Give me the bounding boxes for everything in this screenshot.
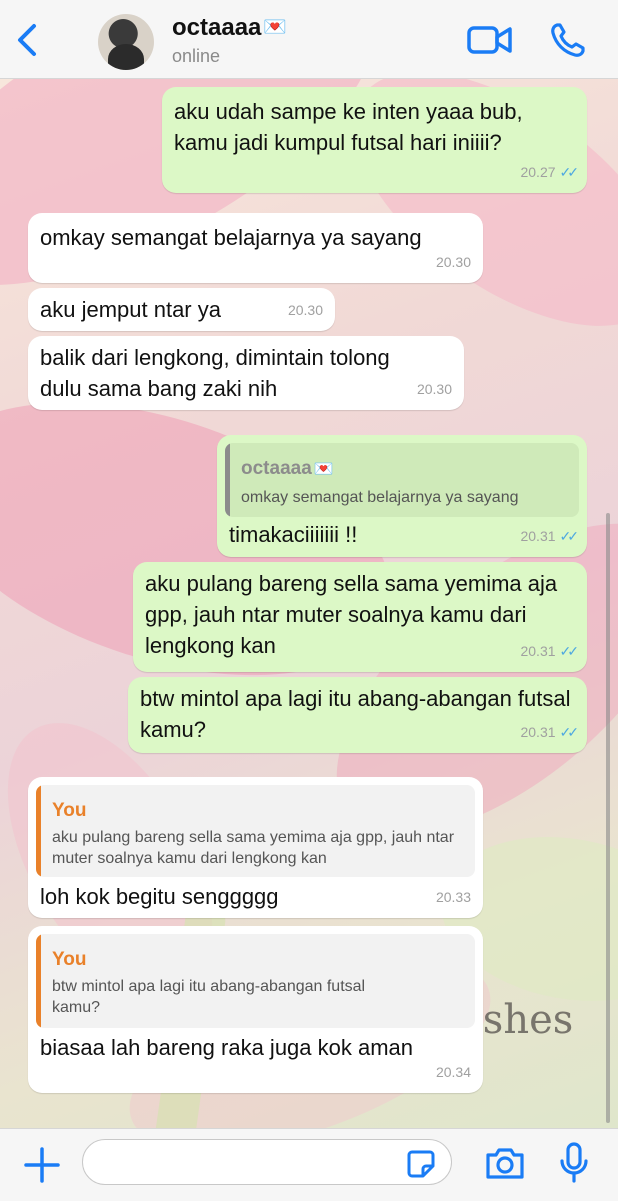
camera-button[interactable]: [484, 1145, 526, 1181]
message-text: aku udah sampe ke inten yaaa bub, kamu j…: [174, 99, 523, 155]
message-time: 20.34: [435, 1064, 471, 1080]
voice-message-button[interactable]: [558, 1141, 590, 1185]
message-time: 20.30: [287, 302, 323, 318]
chat-header: octaaaa 💌 online: [0, 0, 618, 79]
voice-call-button[interactable]: [548, 20, 588, 60]
incoming-reply-message[interactable]: You aku pulang bareng sella sama yemima …: [28, 777, 483, 918]
attach-button[interactable]: [22, 1145, 62, 1185]
message-text: aku pulang bareng sella sama yemima aja …: [145, 571, 558, 658]
quote-bar: [36, 785, 41, 877]
video-call-button[interactable]: [466, 22, 514, 58]
incoming-reply-message[interactable]: You btw mintol apa lagi itu abang-abanga…: [28, 926, 483, 1093]
message-meta: 20.27 ✓✓: [520, 157, 580, 188]
message-input[interactable]: [82, 1139, 452, 1185]
read-receipt-icon: ✓✓: [559, 724, 580, 740]
quote-bar: [225, 443, 230, 517]
contact-status: online: [172, 46, 221, 66]
read-receipt-icon: ✓✓: [559, 164, 580, 180]
microphone-icon: [560, 1142, 588, 1183]
scrollbar[interactable]: [606, 513, 610, 1123]
sticker-button[interactable]: [406, 1149, 436, 1179]
message-time: 20.31: [520, 724, 556, 740]
outgoing-reply-message[interactable]: octaaaa 💌 omkay semangat belajarnya ya sa…: [217, 435, 587, 557]
contact-name-text: octaaaa: [172, 14, 262, 41]
message-time: 20.30: [435, 254, 471, 270]
quote-bar: [36, 934, 41, 1028]
outgoing-message[interactable]: btw mintol apa lagi itu abang-abangan fu…: [128, 677, 587, 753]
quote-text: omkay semangat belajarnya ya sayang: [241, 489, 519, 506]
composer-bar: [0, 1128, 618, 1201]
message-time: 20.31: [520, 643, 556, 659]
love-letter-emoji: 💌: [313, 461, 334, 478]
message-text: btw mintol apa lagi itu abang-abangan fu…: [140, 686, 571, 742]
message-meta: 20.31 ✓✓: [520, 636, 580, 667]
outgoing-message[interactable]: aku udah sampe ke inten yaaa bub, kamu j…: [162, 87, 587, 193]
quote-author-name: octaaaa: [241, 458, 312, 479]
quoted-message[interactable]: You aku pulang bareng sella sama yemima …: [36, 785, 475, 877]
incoming-message[interactable]: balik dari lengkong, dimintain tolong du…: [28, 336, 464, 410]
chevron-left-icon: [18, 24, 36, 56]
message-text: omkay semangat belajarnya ya sayang: [40, 225, 422, 250]
quoted-message[interactable]: octaaaa 💌 omkay semangat belajarnya ya sa…: [225, 443, 579, 517]
love-letter-emoji: 💌: [263, 17, 288, 38]
phone-icon: [551, 23, 585, 57]
quote-author: You: [52, 800, 87, 821]
quote-text: btw mintol apa lagi itu abang-abangan fu…: [52, 978, 366, 1016]
back-button[interactable]: [10, 20, 44, 60]
video-camera-icon: [467, 26, 512, 54]
read-receipt-icon: ✓✓: [559, 643, 580, 659]
quote-author: octaaaa 💌: [241, 453, 334, 485]
message-time: 20.31: [520, 528, 556, 544]
message-text: balik dari lengkong, dimintain tolong du…: [40, 345, 390, 401]
plus-icon: [24, 1147, 60, 1183]
sticker-icon: [407, 1150, 435, 1178]
wallpaper-text: ishes: [470, 997, 574, 1043]
message-meta: 20.31 ✓✓: [520, 717, 580, 748]
contact-name[interactable]: octaaaa 💌: [172, 14, 287, 42]
incoming-message[interactable]: aku jemput ntar ya 20.30: [28, 288, 335, 331]
message-meta: 20.31 ✓✓: [520, 521, 580, 552]
message-text: biasaa lah bareng raka juga kok aman: [40, 1035, 414, 1060]
message-text: loh kok begitu senggggg: [40, 884, 279, 909]
quote-author: You: [52, 949, 87, 970]
read-receipt-icon: ✓✓: [559, 528, 580, 544]
message-time: 20.27: [520, 164, 556, 180]
quote-text: aku pulang bareng sella sama yemima aja …: [52, 829, 455, 867]
quoted-message[interactable]: You btw mintol apa lagi itu abang-abanga…: [36, 934, 475, 1028]
camera-icon: [486, 1148, 524, 1179]
incoming-message[interactable]: omkay semangat belajarnya ya sayang 20.3…: [28, 213, 483, 283]
outgoing-message[interactable]: aku pulang bareng sella sama yemima aja …: [133, 562, 587, 672]
avatar[interactable]: [98, 14, 154, 70]
message-text: aku jemput ntar ya: [40, 297, 221, 322]
message-time: 20.33: [435, 889, 471, 905]
message-time: 20.30: [416, 381, 452, 397]
